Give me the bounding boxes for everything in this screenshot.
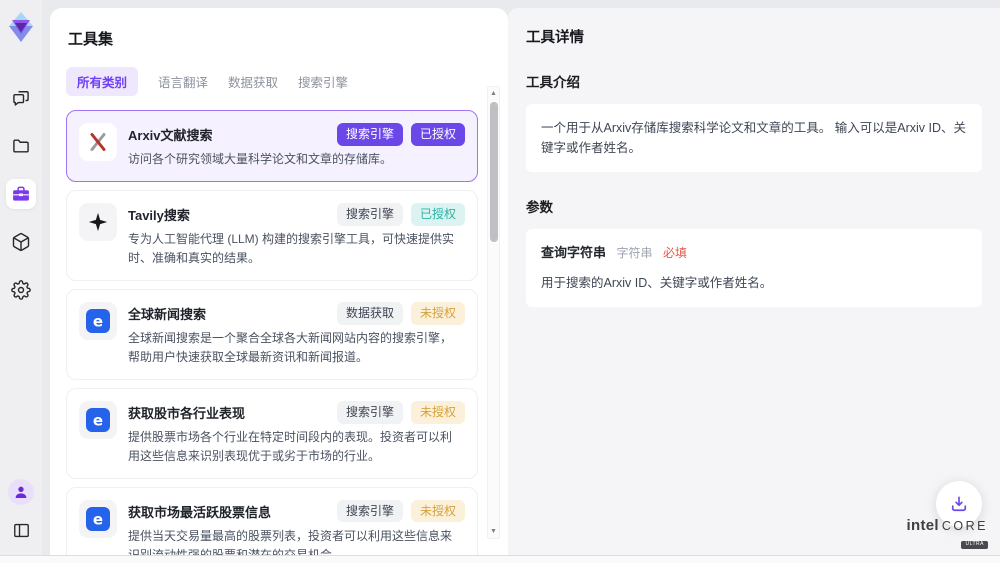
app-window: 工具集 所有类别 语言翻译 数据获取 搜索引擎 Arxiv文献搜索 访问各个研究…	[0, 0, 1000, 556]
layout-panel-icon	[12, 521, 31, 540]
category-badge: 搜索引擎	[337, 500, 403, 523]
tool-description: 全球新闻搜索是一个聚合全球各大新闻网站内容的搜索引擎，帮助用户快速获取全球最新资…	[128, 329, 460, 367]
arxiv-icon	[79, 123, 117, 161]
brand-secondary: core	[942, 520, 988, 533]
toolset-panel: 工具集 所有类别 语言翻译 数据获取 搜索引擎 Arxiv文献搜索 访问各个研究…	[50, 8, 508, 555]
tab-data-fetch[interactable]: 数据获取	[228, 67, 278, 96]
list-scrollbar[interactable]: ▲ ▼	[487, 86, 500, 539]
toolbox-icon	[11, 184, 31, 204]
param-name: 查询字符串	[541, 245, 606, 260]
param-description: 用于搜索的Arxiv ID、关键字或作者姓名。	[541, 273, 967, 293]
tool-card[interactable]: Arxiv文献搜索 访问各个研究领域大量科学论文和文章的存储库。 搜索引擎 已授…	[66, 110, 478, 182]
tab-search-engine[interactable]: 搜索引擎	[298, 67, 348, 96]
scroll-down-arrow-icon[interactable]: ▼	[488, 528, 499, 535]
sidebar-item-chat[interactable]	[6, 83, 36, 113]
param-required-flag: 必填	[663, 246, 687, 260]
scroll-up-arrow-icon[interactable]: ▲	[488, 90, 499, 97]
tab-all-categories[interactable]: 所有类别	[66, 67, 138, 96]
folder-icon	[11, 136, 31, 156]
juhe-icon: e	[79, 401, 117, 439]
intel-core-logo: intel core ULTRA	[907, 518, 988, 549]
status-badge: 未授权	[411, 401, 465, 424]
tool-description: 提供当天交易量最高的股票列表，投资者可以利用这些信息来识别流动性强的股票和潜在的…	[128, 527, 460, 555]
page-title: 工具集	[68, 28, 508, 49]
juhe-icon: e	[79, 302, 117, 340]
category-badge: 数据获取	[337, 302, 403, 325]
left-rail	[0, 0, 42, 555]
chat-icon	[11, 88, 31, 108]
svg-text:e: e	[93, 411, 103, 429]
tool-description: 访问各个研究领域大量科学论文和文章的存储库。	[128, 150, 460, 169]
scrollbar-thumb[interactable]	[490, 102, 498, 242]
tool-list: Arxiv文献搜索 访问各个研究领域大量科学论文和文章的存储库。 搜索引擎 已授…	[66, 110, 478, 555]
category-badge: 搜索引擎	[337, 401, 403, 424]
detail-title: 工具详情	[526, 26, 982, 47]
params-heading: 参数	[526, 196, 982, 216]
tool-card[interactable]: e 获取市场最活跃股票信息 提供当天交易量最高的股票列表，投资者可以利用这些信息…	[66, 487, 478, 555]
tool-detail-panel: 工具详情 工具介绍 一个用于从Arxiv存储库搜索科学论文和文章的工具。 输入可…	[508, 8, 1000, 555]
brand-badge: ULTRA	[961, 541, 988, 549]
cube-icon	[11, 232, 31, 252]
category-badge: 搜索引擎	[337, 203, 403, 226]
tool-description: 提供股票市场各个行业在特定时间段内的表现。投资者可以利用这些信息来识别表现优于或…	[128, 428, 460, 466]
sidebar-item-tools[interactable]	[6, 179, 36, 209]
user-avatar[interactable]	[8, 479, 34, 505]
status-badge: 未授权	[411, 500, 465, 523]
status-badge: 未授权	[411, 302, 465, 325]
sidebar-item-files[interactable]	[6, 131, 36, 161]
status-badge: 已授权	[411, 203, 465, 226]
svg-text:e: e	[93, 510, 103, 528]
status-badge: 已授权	[411, 123, 465, 146]
person-icon	[13, 484, 29, 500]
tool-card[interactable]: Tavily搜索 专为人工智能代理 (LLM) 构建的搜索引擎工具，可快速提供实…	[66, 190, 478, 281]
panel-toggle-button[interactable]	[6, 515, 36, 545]
category-tabs: 所有类别 语言翻译 数据获取 搜索引擎	[66, 67, 508, 96]
tab-translation[interactable]: 语言翻译	[158, 67, 208, 96]
tool-description: 专为人工智能代理 (LLM) 构建的搜索引擎工具，可快速提供实时、准确和真实的结…	[128, 230, 460, 268]
tool-card[interactable]: e 全球新闻搜索 全球新闻搜索是一个聚合全球各大新闻网站内容的搜索引擎，帮助用户…	[66, 289, 478, 380]
param-type: 字符串	[617, 246, 653, 260]
param-box: 查询字符串 字符串 必填 用于搜索的Arxiv ID、关键字或作者姓名。	[526, 229, 982, 307]
intro-box: 一个用于从Arxiv存储库搜索科学论文和文章的工具。 输入可以是Arxiv ID…	[526, 104, 982, 172]
brand-primary: intel	[907, 518, 939, 533]
download-icon	[949, 494, 969, 514]
tool-card[interactable]: e 获取股市各行业表现 提供股票市场各个行业在特定时间段内的表现。投资者可以利用…	[66, 388, 478, 479]
intro-heading: 工具介绍	[526, 71, 982, 91]
sidebar-item-models[interactable]	[6, 227, 36, 257]
sidebar-item-settings[interactable]	[6, 275, 36, 305]
gear-icon	[11, 280, 31, 300]
app-logo-icon	[6, 10, 36, 44]
svg-text:e: e	[93, 312, 103, 330]
tavily-icon	[79, 203, 117, 241]
juhe-icon: e	[79, 500, 117, 538]
category-badge: 搜索引擎	[337, 123, 403, 146]
